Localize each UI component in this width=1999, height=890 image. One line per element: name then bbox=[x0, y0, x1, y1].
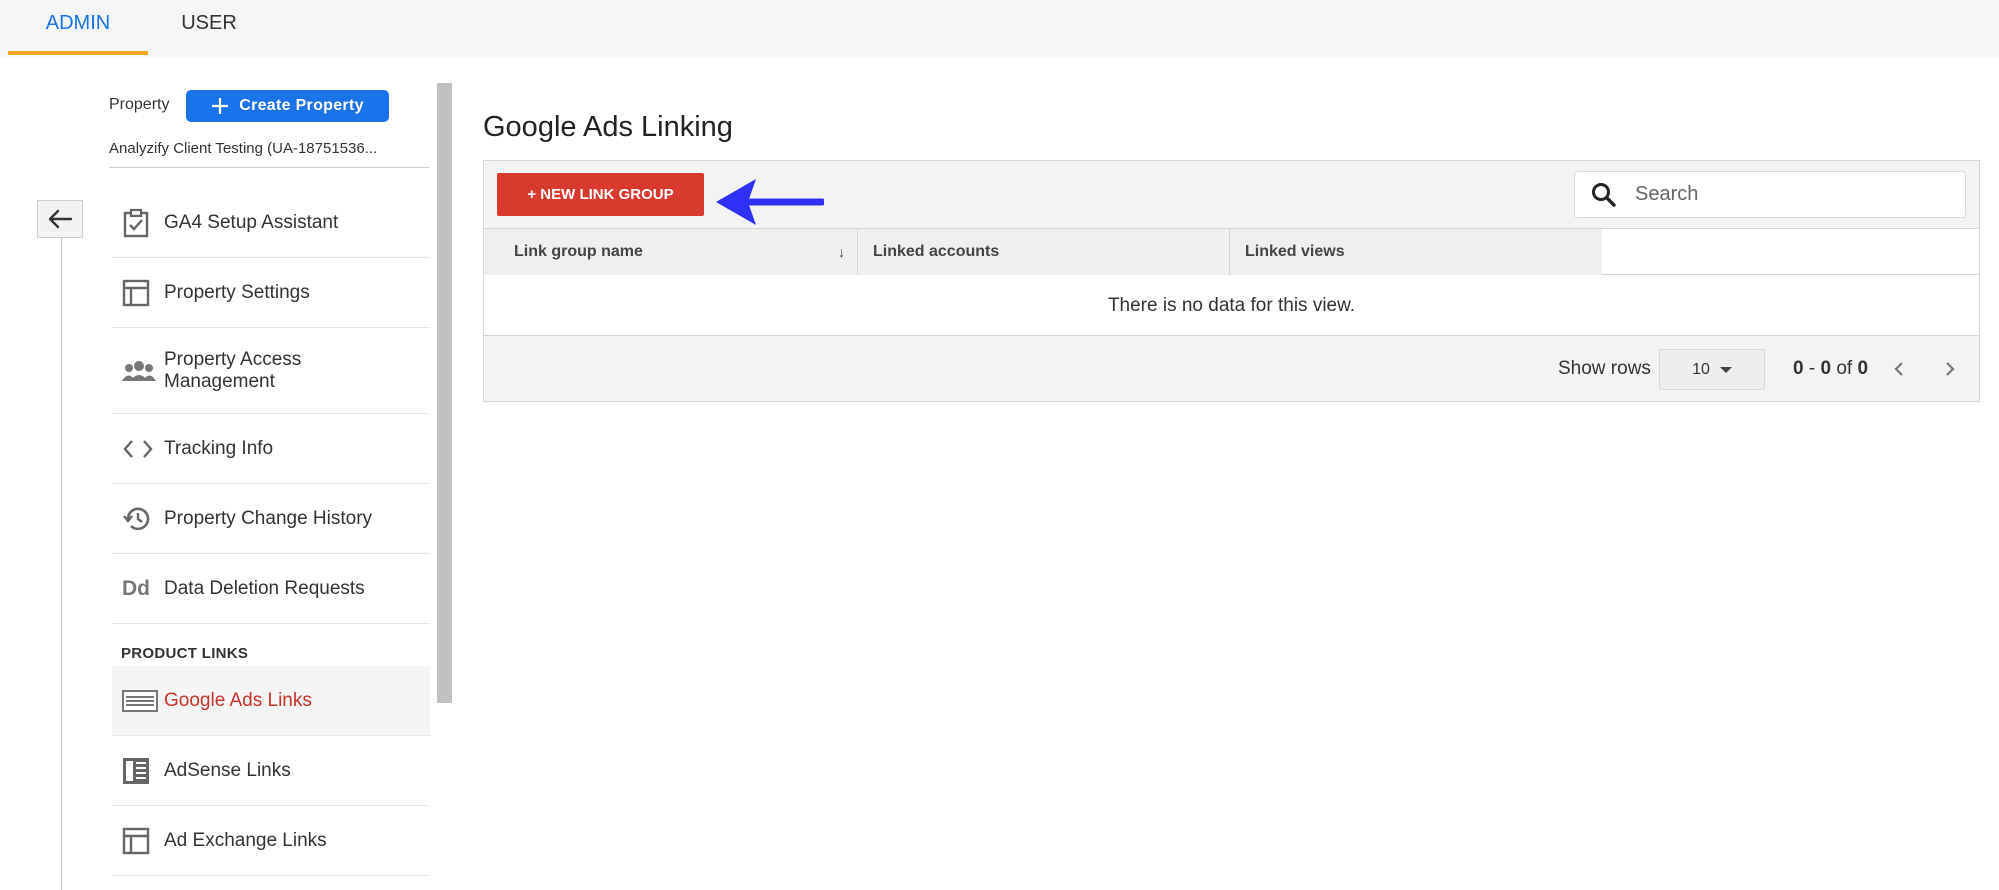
dd-icon: Dd bbox=[122, 576, 150, 600]
range-separator: - bbox=[1808, 358, 1816, 379]
table-header: Link group name ↓ Linked accounts Linked… bbox=[484, 228, 1979, 275]
nav-item-label: Ad Exchange Links bbox=[164, 829, 327, 851]
left-panel-scrollbar[interactable] bbox=[437, 83, 452, 703]
previous-page-button[interactable] bbox=[1887, 356, 1911, 382]
nav-item-tracking-info[interactable]: Tracking Info bbox=[112, 414, 430, 484]
caret-down-icon bbox=[1719, 366, 1732, 373]
adsense-icon bbox=[112, 757, 164, 785]
product-links-heading: PRODUCT LINKS bbox=[121, 645, 249, 662]
nav-item-property-change-history[interactable]: Property Change History bbox=[112, 484, 430, 554]
search-field[interactable] bbox=[1574, 171, 1966, 218]
chevron-left-icon bbox=[1894, 362, 1903, 376]
column-header-linked-accounts[interactable]: Linked accounts bbox=[858, 229, 1230, 275]
column-header-linked-views[interactable]: Linked views bbox=[1230, 229, 1602, 275]
sort-descending-icon[interactable]: ↓ bbox=[838, 229, 845, 275]
column-header-link-group-name[interactable]: Link group name ↓ bbox=[484, 229, 858, 275]
layout-icon bbox=[112, 279, 164, 307]
nav-item-google-ads-links[interactable]: Google Ads Links bbox=[112, 666, 430, 736]
history-icon bbox=[112, 505, 164, 533]
annotation-arrow bbox=[716, 179, 824, 225]
search-input[interactable] bbox=[1633, 182, 1937, 207]
code-icon bbox=[112, 438, 164, 460]
nav-item-ga4-setup-assistant[interactable]: GA4 Setup Assistant bbox=[112, 188, 430, 258]
create-property-label: Create Property bbox=[239, 97, 364, 114]
next-page-button[interactable] bbox=[1938, 356, 1962, 382]
range-of: of bbox=[1836, 358, 1853, 379]
property-label: Property bbox=[109, 96, 170, 113]
plus-icon bbox=[212, 98, 229, 114]
nav-item-label: Property Change History bbox=[164, 507, 373, 529]
rows-per-page-value: 10 bbox=[1692, 360, 1710, 378]
clipboard-check-icon bbox=[112, 208, 164, 238]
column-header-label: Link group name bbox=[514, 243, 643, 260]
nav-item-adsense-links[interactable]: AdSense Links bbox=[112, 736, 430, 806]
nav-guide-line bbox=[61, 225, 62, 890]
nav-item-property-access-management[interactable]: Property Access Management bbox=[112, 328, 430, 414]
arrow-left-icon bbox=[48, 209, 73, 229]
chevron-right-icon bbox=[1946, 362, 1955, 376]
layout-icon bbox=[112, 827, 164, 855]
nav-item-label: Property Settings bbox=[164, 281, 310, 303]
tab-admin[interactable]: ADMIN bbox=[8, 0, 148, 55]
create-property-button[interactable]: Create Property bbox=[186, 90, 389, 122]
nav-item-label: Google Ads Links bbox=[164, 689, 312, 711]
new-link-group-button[interactable]: + NEW LINK GROUP bbox=[497, 173, 704, 216]
people-icon bbox=[112, 359, 164, 383]
nav-item-label: Property Access Management bbox=[164, 348, 302, 392]
property-selector[interactable]: Analyzify Client Testing (UA-18751536... bbox=[109, 140, 429, 168]
empty-table-message: There is no data for this view. bbox=[484, 275, 1979, 336]
nav-item-property-settings[interactable]: Property Settings bbox=[112, 258, 430, 328]
page-title: Google Ads Linking bbox=[483, 111, 733, 143]
range-total: 0 bbox=[1857, 358, 1869, 379]
range-end: 0 bbox=[1820, 358, 1832, 379]
rows-per-page-select[interactable]: 10 bbox=[1659, 349, 1765, 390]
show-rows-label: Show rows bbox=[1558, 358, 1651, 379]
ads-links-icon bbox=[112, 689, 164, 713]
nav-item-label: GA4 Setup Assistant bbox=[164, 211, 339, 233]
tab-user[interactable]: USER bbox=[148, 0, 270, 58]
top-tab-bar: ADMIN USER bbox=[0, 0, 1999, 58]
nav-item-data-deletion-requests[interactable]: Dd Data Deletion Requests bbox=[112, 554, 430, 624]
pagination-range: 0 - 0 of 0 bbox=[1793, 358, 1868, 380]
range-start: 0 bbox=[1793, 358, 1804, 379]
nav-item-label: Data Deletion Requests bbox=[164, 577, 365, 599]
nav-item-ad-exchange-links[interactable]: Ad Exchange Links bbox=[112, 806, 430, 876]
nav-item-label: AdSense Links bbox=[164, 759, 291, 781]
back-button[interactable] bbox=[37, 200, 83, 238]
nav-item-label: Tracking Info bbox=[164, 437, 274, 459]
search-icon bbox=[1591, 182, 1617, 208]
